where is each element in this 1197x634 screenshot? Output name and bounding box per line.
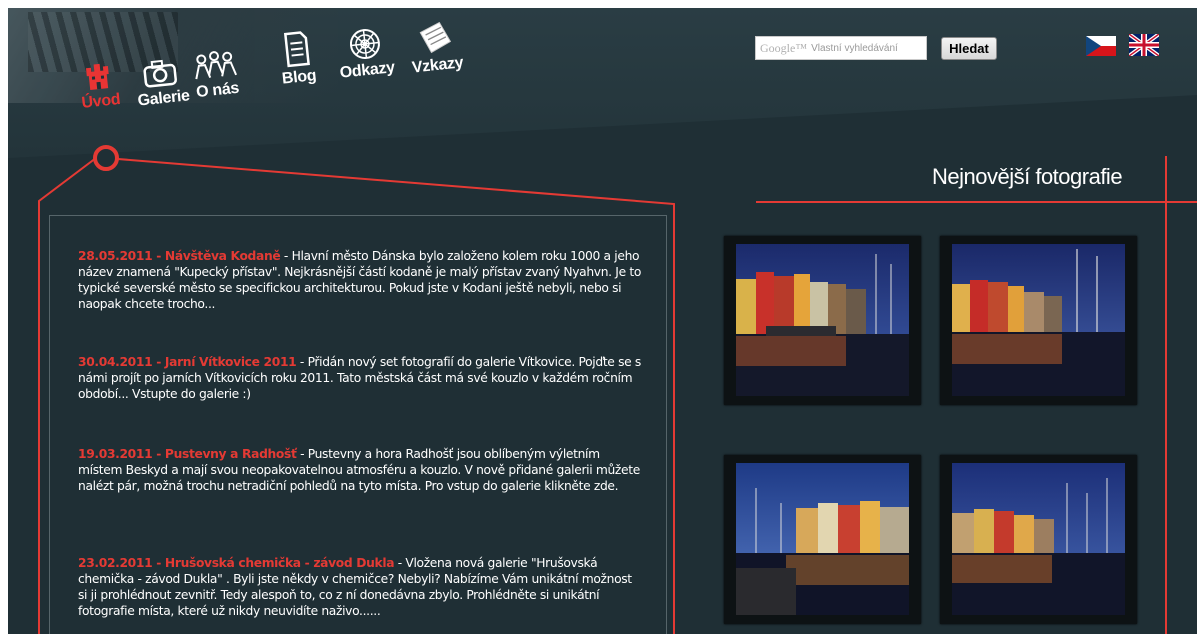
page: Úvod Galerie O nás Blog Odkazy Vzkazy Go… bbox=[8, 8, 1197, 634]
paper-stack-icon bbox=[419, 21, 451, 54]
search-button[interactable]: Hledat bbox=[941, 37, 997, 60]
photo-thumbnail[interactable] bbox=[724, 236, 921, 405]
camera-icon bbox=[143, 59, 178, 88]
nav-item-odkazy[interactable]: Odkazy bbox=[335, 25, 396, 82]
news-item: 19.03.2011 - Pustevny a Radhošť - Pustev… bbox=[78, 446, 643, 494]
people-icon bbox=[195, 51, 238, 80]
news-item: 23.02.2011 - Hrušovská chemička - závod … bbox=[78, 555, 643, 619]
search-placeholder: Vlastní vyhledávání bbox=[811, 42, 898, 54]
search-input[interactable]: Google™ Vlastní vyhledávání bbox=[755, 36, 927, 60]
nyhavn-photo-2 bbox=[952, 244, 1125, 396]
notepad-icon bbox=[284, 31, 311, 68]
nav-item-blog[interactable]: Blog bbox=[277, 29, 317, 88]
nav-item-o-nas[interactable]: O nás bbox=[191, 48, 242, 103]
news-link[interactable]: 28.05.2011 - Návštěva Kodaně bbox=[78, 249, 281, 263]
news-item: 30.04.2011 - Jarní Vítkovice 2011 - Přid… bbox=[78, 354, 643, 402]
flag-cz-icon[interactable] bbox=[1086, 36, 1116, 56]
nyhavn-photo-1 bbox=[736, 244, 909, 396]
nyhavn-photo-3 bbox=[736, 463, 909, 615]
news-box: 28.05.2011 - Návštěva Kodaně - Hlavní mě… bbox=[49, 215, 667, 634]
nav-label-blog: Blog bbox=[281, 67, 318, 88]
nav-item-galerie[interactable]: Galerie bbox=[134, 55, 191, 110]
photos-title: Nejnovější fotografie bbox=[932, 164, 1123, 189]
nav-item-uvod[interactable]: Úvod bbox=[78, 61, 122, 113]
news-item: 28.05.2011 - Návštěva Kodaně - Hlavní mě… bbox=[78, 248, 643, 312]
google-logo: Google™ bbox=[760, 40, 808, 55]
nav-label-uvod: Úvod bbox=[80, 90, 122, 112]
news-link[interactable]: 19.03.2011 - Pustevny a Radhošť bbox=[78, 447, 297, 461]
spiderweb-icon bbox=[349, 29, 380, 60]
nav-item-vzkazy[interactable]: Vzkazy bbox=[407, 18, 464, 77]
flag-uk-icon[interactable] bbox=[1129, 34, 1159, 56]
nav-label-o-nas: O nás bbox=[195, 79, 240, 102]
castle-icon bbox=[86, 63, 110, 90]
news-link[interactable]: 23.02.2011 - Hrušovská chemička - závod … bbox=[78, 556, 395, 570]
photo-thumbnail[interactable] bbox=[940, 455, 1137, 624]
news-link[interactable]: 30.04.2011 - Jarní Vítkovice 2011 bbox=[78, 355, 297, 369]
photo-thumbnail[interactable] bbox=[724, 455, 921, 624]
nyhavn-photo-4 bbox=[952, 463, 1125, 615]
photo-thumbnail[interactable] bbox=[940, 236, 1137, 405]
